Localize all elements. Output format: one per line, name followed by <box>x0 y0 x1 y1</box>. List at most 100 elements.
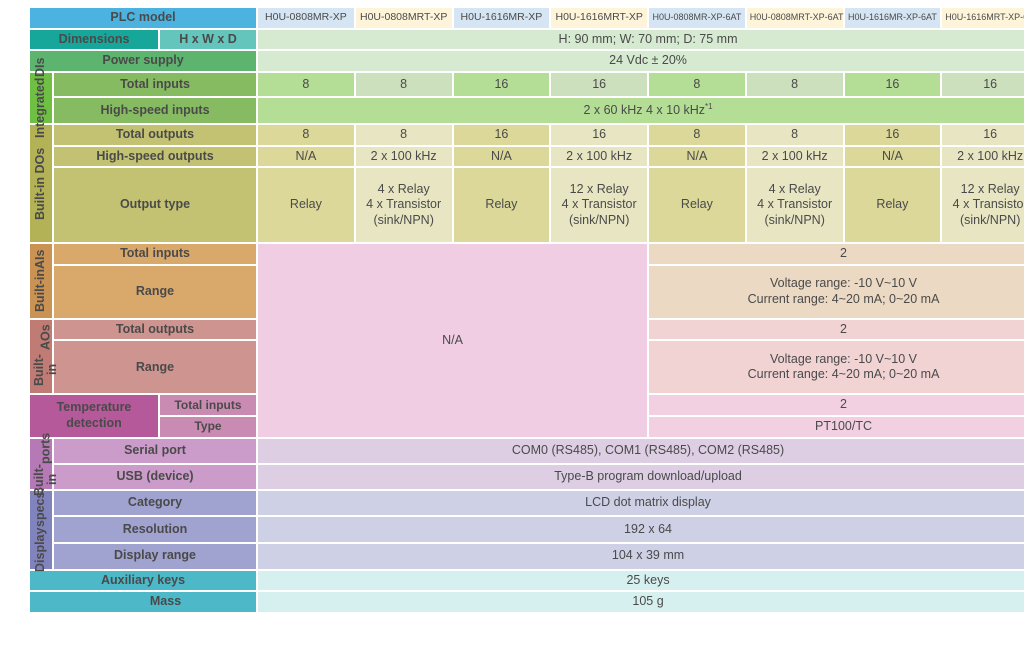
row-label-do-output-type: Output type <box>54 168 257 243</box>
row-label-display-resolution: Resolution <box>54 517 257 542</box>
row-label-temp-total-inputs: Total inputs <box>160 395 257 415</box>
cell-do-outputtype-4: 12 x Relay 4 x Transistor (sink/NPN) <box>551 168 648 243</box>
cell-do-total-7: 16 <box>844 124 941 145</box>
row-label-ai-total-inputs: Total inputs <box>54 244 257 264</box>
table-row-ai-total-inputs: Built-in AIs Total inputs N/A 2 <box>30 244 1024 437</box>
table-row-mass: Mass 105 g <box>30 592 1024 612</box>
cell-display-category-value: LCD dot matrix display <box>258 490 1024 516</box>
group-label-display-specs: Display specs. <box>30 488 52 572</box>
row-label-display-category: Category <box>54 490 257 516</box>
table-row-display-category: Display specs. Category LCD dot matrix d… <box>30 488 1024 571</box>
table-row-do-highspeed-outputs: High-speed outputs N/A 2 x 100 kHz N/A 2… <box>30 146 1024 167</box>
row-label-hwd: H x W x D <box>160 29 257 50</box>
cell-ao-range-value: Voltage range: -10 V~10 V Current range:… <box>649 341 1024 394</box>
cell-di-total-7: 16 <box>844 72 941 97</box>
cell-ao-total-value: 2 <box>649 319 1024 340</box>
table-row-di-highspeed-inputs: High-speed inputs 2 x 60 kHz 4 x 10 kHz*… <box>30 98 1024 123</box>
table-row-dimensions: Dimensions H x W x D H: 90 mm; W: 70 mm;… <box>30 29 1024 50</box>
cell-temp-total-value: 2 <box>649 395 1024 415</box>
cell-do-outputtype-2: 4 x Relay 4 x Transistor (sink/NPN) <box>355 168 452 243</box>
table-row-do-output-type: Output type Relay 4 x Relay 4 x Transisto… <box>30 168 1024 243</box>
cell-do-highspeed-2: 2 x 100 kHz <box>355 146 452 167</box>
group-label-integrated-dis: Integrated DIs <box>30 58 52 138</box>
model-column-header-6: H0U-0808MRT-XP-6AT <box>746 8 843 28</box>
table-row-usb: USB (device) Type-B program download/upl… <box>30 464 1024 489</box>
model-column-header-3: H0U-1616MR-XP <box>453 8 550 28</box>
row-label-di-total-inputs: Total inputs <box>54 72 257 97</box>
di-highspeed-footnote: *1 <box>705 102 713 112</box>
group-label-builtin-aos-line1: Built-in <box>32 353 60 386</box>
row-label-serial-port: Serial port <box>54 438 257 463</box>
cell-do-total-1: 8 <box>258 124 354 145</box>
group-label-dimensions: Dimensions <box>30 29 158 50</box>
model-column-header-7: H0U-1616MR-XP-6AT <box>844 8 941 28</box>
model-column-header-4: H0U-1616MRT-XP <box>551 8 648 28</box>
cell-do-highspeed-4: 2 x 100 kHz <box>551 146 648 167</box>
row-label-power-supply: Power supply <box>30 51 257 71</box>
cell-power-supply-value: 24 Vdc ± 20% <box>258 51 1024 71</box>
table-row-di-total-inputs: Integrated DIs Total inputs 8 8 16 16 8 … <box>30 58 1024 138</box>
group-label-builtin-ais-line1: Built-in <box>33 269 48 313</box>
table-row-do-total-outputs: Built-in DOs Total outputs 8 8 16 16 8 8… <box>30 124 1024 243</box>
cell-do-highspeed-7: N/A <box>844 146 941 167</box>
table-row-serial-port: Built-in ports Serial port COM0 (RS485),… <box>30 432 1024 495</box>
cell-do-total-4: 16 <box>551 124 648 145</box>
model-column-header-8: H0U-1616MRT-XP-6AT <box>942 8 1024 28</box>
row-label-mass: Mass <box>30 592 257 612</box>
cell-di-total-6: 8 <box>746 72 843 97</box>
cell-di-total-3: 16 <box>453 72 550 97</box>
ai-range-voltage: Voltage range: -10 V~10 V <box>770 276 918 291</box>
cell-do-total-3: 16 <box>453 124 550 145</box>
table-row-plc-model: PLC model H0U-0808MR-XP H0U-0808MRT-XP H… <box>30 8 1024 28</box>
group-label-display-specs-line1: Display <box>33 526 48 572</box>
row-label-auxiliary-keys: Auxiliary keys <box>30 570 257 591</box>
cell-do-highspeed-6: 2 x 100 kHz <box>746 146 843 167</box>
cell-ai-range-value: Voltage range: -10 V~10 V Current range:… <box>649 265 1024 318</box>
row-label-ao-range: Range <box>54 341 257 394</box>
cell-auxiliary-keys-value: 25 keys <box>258 570 1024 591</box>
group-label-builtin-dos: Built-in DOs <box>30 124 52 243</box>
cell-di-total-5: 8 <box>649 72 745 97</box>
group-label-builtin-ais: Built-in AIs <box>30 244 52 318</box>
row-label-display-range: Display range <box>54 543 257 569</box>
cell-do-outputtype-1: Relay <box>258 168 354 243</box>
row-label-ai-range: Range <box>54 265 257 318</box>
table-row-auxiliary-keys: Auxiliary keys 25 keys <box>30 570 1024 591</box>
table-row-display-resolution: Resolution 192 x 64 <box>30 517 1024 542</box>
temperature-detection-line2: detection <box>66 416 122 430</box>
group-label-integrated-dis-line2: DIs <box>33 57 48 78</box>
cell-mass-value: 105 g <box>258 592 1024 612</box>
cell-analog-na: N/A <box>258 244 648 437</box>
cell-do-total-2: 8 <box>355 124 452 145</box>
row-label-temp-type: Type <box>160 417 257 437</box>
spec-sheet: PLC model H0U-0808MR-XP H0U-0808MRT-XP H… <box>0 0 1024 650</box>
table-row-display-range: Display range 104 x 39 mm <box>30 543 1024 569</box>
cell-ai-total-value: 2 <box>649 244 1024 264</box>
table-row-power-supply: Power supply 24 Vdc ± 20% <box>30 51 1024 71</box>
row-label-usb: USB (device) <box>54 464 257 489</box>
cell-temp-type-value: PT100/TC <box>649 417 1024 437</box>
cell-di-total-1: 8 <box>258 72 354 97</box>
model-column-header-2: H0U-0808MRT-XP <box>355 8 452 28</box>
cell-serial-port-value: COM0 (RS485), COM1 (RS485), COM2 (RS485) <box>258 438 1024 463</box>
cell-di-highspeed-value: 2 x 60 kHz 4 x 10 kHz*1 <box>258 98 1024 123</box>
row-label-di-highspeed: High-speed inputs <box>54 98 257 123</box>
row-label-do-total-outputs: Total outputs <box>54 124 257 145</box>
group-label-temperature-detection: Temperature detection <box>30 395 158 437</box>
di-highspeed-text: 2 x 60 kHz 4 x 10 kHz <box>583 103 706 118</box>
cell-do-outputtype-6: 4 x Relay 4 x Transistor (sink/NPN) <box>746 168 843 243</box>
group-label-builtin-ais-line2: AIs <box>33 249 48 270</box>
cell-do-total-5: 8 <box>649 124 745 145</box>
cell-do-outputtype-3: Relay <box>453 168 550 243</box>
cell-do-outputtype-8: 12 x Relay 4 x Transistor (sink/NPN) <box>942 168 1024 243</box>
cell-do-highspeed-3: N/A <box>453 146 550 167</box>
cell-do-highspeed-5: N/A <box>649 146 745 167</box>
plc-model-header-label: PLC model <box>30 8 257 28</box>
cell-di-total-8: 16 <box>942 72 1024 97</box>
cell-display-resolution-value: 192 x 64 <box>258 517 1024 542</box>
plc-specification-table: PLC model H0U-0808MR-XP H0U-0808MRT-XP H… <box>28 6 1024 614</box>
ao-range-voltage: Voltage range: -10 V~10 V <box>770 351 918 366</box>
cell-do-outputtype-7: Relay <box>844 168 941 243</box>
model-column-header-1: H0U-0808MR-XP <box>258 8 354 28</box>
temperature-detection-line1: Temperature <box>56 400 132 415</box>
